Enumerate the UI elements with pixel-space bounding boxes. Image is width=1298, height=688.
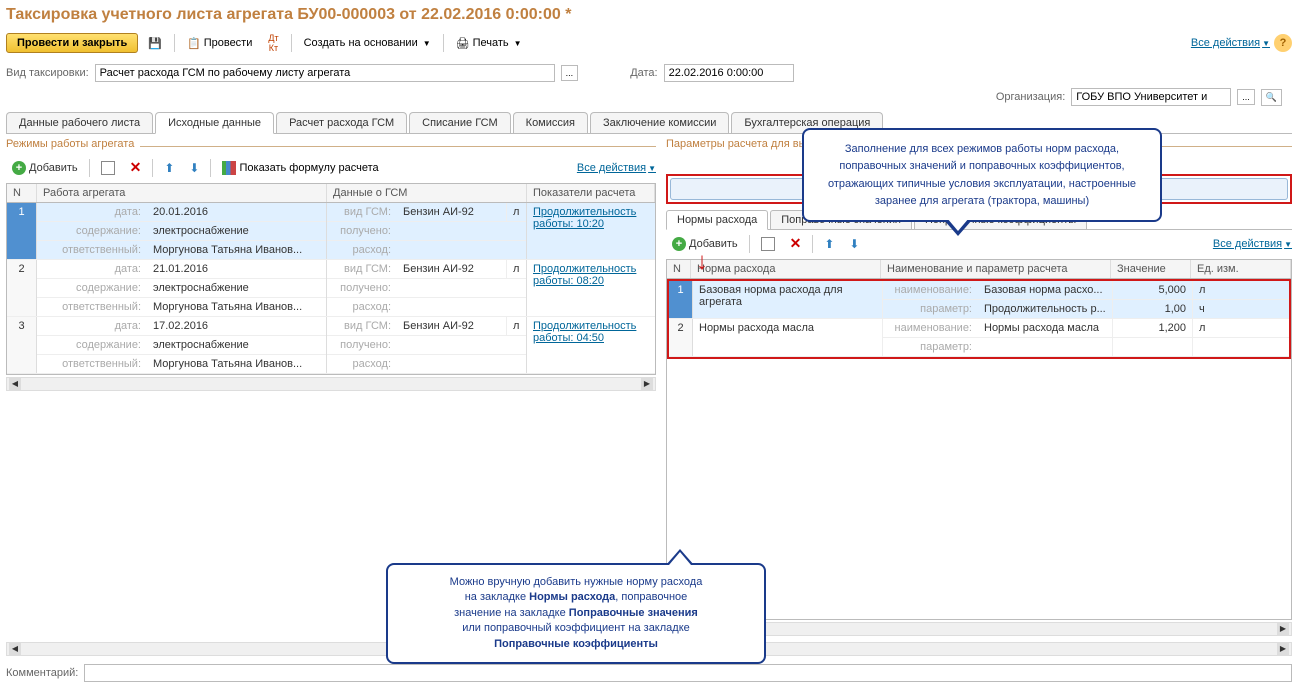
indicator-link[interactable]: Продолжительность работы: 04:50 <box>533 320 636 344</box>
norm-row[interactable]: 2 Нормы расхода масла наименование:Нормы… <box>669 319 1289 357</box>
document-title: Таксировка учетного листа агрегата БУ00-… <box>6 6 1292 24</box>
type-label: Вид таксировки: <box>6 67 89 79</box>
mode-row[interactable]: 1 дата:20.01.2016 содержание:электроснаб… <box>7 203 655 260</box>
col-value[interactable]: Значение <box>1111 260 1191 278</box>
norm-row[interactable]: 1 Базовая норма расхода для агрегата наи… <box>669 281 1289 319</box>
save-button[interactable]: 💾 <box>142 34 168 53</box>
plus-icon: + <box>672 237 686 251</box>
type-input[interactable] <box>95 64 555 82</box>
modes-grid: N Работа агрегата Данные о ГСМ Показател… <box>6 183 656 375</box>
print-icon: 🖨 <box>456 37 470 50</box>
col-gsm[interactable]: Данные о ГСМ <box>327 184 527 202</box>
tab-worksheet-data[interactable]: Данные рабочего листа <box>6 112 153 133</box>
org-select-button[interactable]: ... <box>1237 89 1255 105</box>
copy-icon <box>761 237 775 251</box>
move-down-button[interactable]: ⬇ <box>183 158 205 178</box>
tab-fuel-calc[interactable]: Расчет расхода ГСМ <box>276 112 407 133</box>
col-n[interactable]: N <box>667 260 691 278</box>
h-scrollbar[interactable]: ◀▶ <box>6 377 656 391</box>
mode-row[interactable]: 3 дата:17.02.2016 содержание:электроснаб… <box>7 317 655 374</box>
copy-button[interactable] <box>95 158 121 178</box>
org-input[interactable] <box>1071 88 1231 106</box>
col-n[interactable]: N <box>7 184 37 202</box>
callout-bottom: Можно вручную добавить нужные норму расх… <box>386 563 766 664</box>
plus-icon: + <box>12 161 26 175</box>
chevron-down-icon: ▼ <box>514 39 522 48</box>
date-input[interactable] <box>664 64 794 82</box>
copy-norm-button[interactable] <box>755 234 781 254</box>
tab-norms[interactable]: Нормы расхода <box>666 210 768 230</box>
arrow-down-icon: ⬇ <box>189 161 199 175</box>
add-mode-button[interactable]: +Добавить <box>6 159 84 177</box>
org-search-button[interactable]: 🔍 <box>1261 89 1282 106</box>
left-group-title: Режимы работы агрегата <box>6 138 134 150</box>
arrow-down-icon: ⬇ <box>849 237 859 251</box>
all-actions-link[interactable]: Все действия▼ <box>1191 37 1270 49</box>
show-formula-button[interactable]: Показать формулу расчета <box>216 158 384 178</box>
chevron-down-icon: ▼ <box>423 39 431 48</box>
delete-button[interactable]: ✕ <box>124 156 148 179</box>
delete-icon: ✕ <box>130 159 142 176</box>
post-and-close-button[interactable]: Провести и закрыть <box>6 33 138 53</box>
comment-input[interactable] <box>84 664 1292 682</box>
tab-conclusion[interactable]: Заключение комиссии <box>590 112 729 133</box>
move-up-button[interactable]: ⬆ <box>158 158 180 178</box>
post-button[interactable]: 📋Провести <box>181 34 258 53</box>
post-icon: 📋 <box>187 37 201 50</box>
row-number: 1 <box>7 203 37 259</box>
right-all-actions[interactable]: Все действия▼ <box>1213 238 1292 250</box>
save-icon: 💾 <box>148 37 162 50</box>
indicator-link[interactable]: Продолжительность работы: 10:20 <box>533 206 636 230</box>
create-on-basis-button[interactable]: Создать на основании▼ <box>298 34 437 52</box>
separator <box>443 34 444 52</box>
red-arrow-icon: ↓ <box>696 248 708 276</box>
col-work[interactable]: Работа агрегата <box>37 184 327 202</box>
print-button[interactable]: 🖨Печать▼ <box>450 34 528 53</box>
col-indicators[interactable]: Показатели расчета <box>527 184 655 202</box>
col-norm[interactable]: Норма расхода <box>691 260 881 278</box>
indicator-link[interactable]: Продолжительность работы: 08:20 <box>533 263 636 287</box>
tab-commission[interactable]: Комиссия <box>513 112 588 133</box>
help-icon[interactable]: ? <box>1274 34 1292 52</box>
mode-row[interactable]: 2 дата:21.01.2016 содержание:электроснаб… <box>7 260 655 317</box>
separator <box>174 34 175 52</box>
type-select-button[interactable]: ... <box>561 65 579 81</box>
tab-fuel-writeoff[interactable]: Списание ГСМ <box>409 112 511 133</box>
org-label: Организация: <box>996 91 1065 103</box>
arrow-up-icon: ⬆ <box>164 161 174 175</box>
col-name-param[interactable]: Наименование и параметр расчета <box>881 260 1111 278</box>
callout-top: Заполнение для всех режимов работы норм … <box>802 128 1162 222</box>
chart-icon <box>222 161 236 175</box>
date-label: Дата: <box>630 67 657 79</box>
row-number: 1 <box>669 281 693 318</box>
dk-icon: ДтКт <box>268 33 278 53</box>
main-toolbar: Провести и закрыть 💾 📋Провести ДтКт Созд… <box>6 30 1292 56</box>
dk-button[interactable]: ДтКт <box>262 30 284 56</box>
norm-up-button[interactable]: ⬆ <box>818 234 840 254</box>
norm-down-button[interactable]: ⬇ <box>843 234 865 254</box>
row-number: 2 <box>669 319 693 356</box>
delete-norm-button[interactable]: ✕ <box>784 232 808 255</box>
separator <box>291 34 292 52</box>
delete-icon: ✕ <box>790 235 802 252</box>
left-all-actions[interactable]: Все действия▼ <box>577 162 656 174</box>
chevron-down-icon: ▼ <box>1262 39 1270 48</box>
comment-label: Комментарий: <box>6 667 78 679</box>
arrow-up-icon: ⬆ <box>824 237 834 251</box>
row-number: 3 <box>7 317 37 373</box>
col-unit[interactable]: Ед. изм. <box>1191 260 1291 278</box>
row-number: 2 <box>7 260 37 316</box>
copy-icon <box>101 161 115 175</box>
tab-source-data[interactable]: Исходные данные <box>155 112 274 134</box>
